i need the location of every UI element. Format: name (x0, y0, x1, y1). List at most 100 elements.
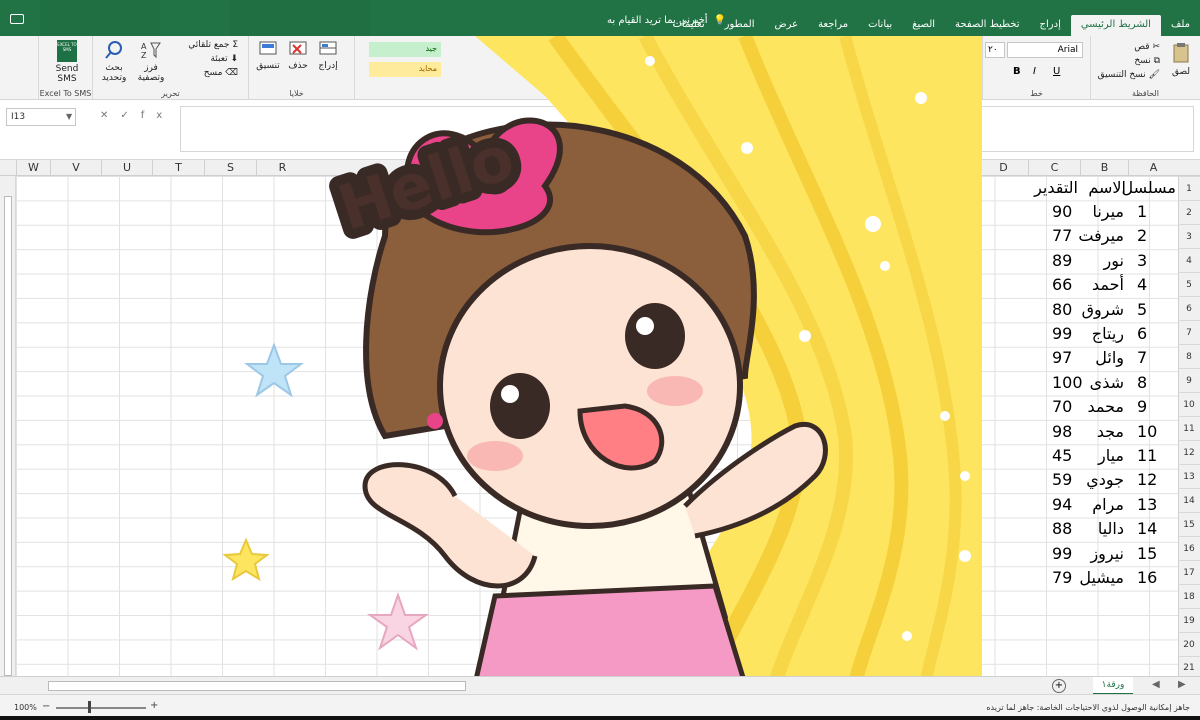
send-sms-button[interactable]: EXCEL TO SMS Send SMS (45, 40, 89, 84)
tab-developer[interactable]: المطور (715, 15, 765, 36)
row-header[interactable]: 2 (1178, 200, 1200, 224)
delete-cells-button[interactable]: حذف (283, 40, 313, 71)
serial-cell[interactable]: 10 (1137, 422, 1157, 441)
serial-cell[interactable]: 13 (1137, 495, 1157, 514)
serial-cell[interactable]: 11 (1137, 446, 1157, 465)
serial-cell[interactable]: 3 (1137, 251, 1147, 270)
column-header-t[interactable]: T (152, 160, 204, 176)
grade-cell[interactable]: 77 (1052, 226, 1072, 245)
row-header[interactable]: 14 (1178, 488, 1200, 512)
column-header-c[interactable]: C (1028, 160, 1080, 176)
zoom-slider[interactable] (56, 707, 146, 709)
name-cell[interactable]: شروق (1082, 300, 1124, 319)
grade-cell[interactable]: 80 (1052, 300, 1072, 319)
zoom-slider-thumb[interactable] (88, 701, 91, 713)
grade-cell[interactable]: 45 (1052, 446, 1072, 465)
row-header[interactable]: 20 (1178, 632, 1200, 656)
column-header-b[interactable]: B (1080, 160, 1128, 176)
grade-cell[interactable]: 99 (1052, 544, 1072, 563)
serial-cell[interactable]: 12 (1137, 470, 1157, 489)
name-cell[interactable]: ميار (1098, 446, 1124, 465)
sort-filter-button[interactable]: AZ فرز وتصفية (133, 40, 169, 83)
tab-help[interactable]: تعليمات (662, 15, 714, 36)
column-header-s[interactable]: S (204, 160, 256, 176)
column-header-w[interactable]: W (16, 160, 50, 176)
row-header[interactable]: 9 (1178, 368, 1200, 392)
row-header[interactable]: 19 (1178, 608, 1200, 632)
row-header[interactable]: 12 (1178, 440, 1200, 464)
column-header-d[interactable]: D (978, 160, 1028, 176)
sheet-nav-left-icon[interactable]: ◀ (1152, 679, 1160, 690)
scroll-thumb[interactable] (4, 196, 12, 676)
grade-cell[interactable]: 98 (1052, 422, 1072, 441)
font-size-box[interactable]: ٢٠ (985, 42, 1005, 58)
row-header[interactable]: 5 (1178, 272, 1200, 296)
row-header[interactable]: 3 (1178, 224, 1200, 248)
fill-button[interactable]: ⬇ تعبئة (210, 54, 238, 64)
serial-cell[interactable]: 5 (1137, 300, 1147, 319)
serial-cell[interactable]: 16 (1137, 568, 1157, 587)
formula-controls[interactable]: ✕✓fx (100, 110, 174, 121)
row-header[interactable]: 7 (1178, 320, 1200, 344)
format-cells-button[interactable]: تنسيق (253, 40, 283, 71)
tab-home[interactable]: الشريط الرئيسي (1070, 15, 1161, 36)
tab-page-layout[interactable]: تخطيط الصفحة (945, 15, 1030, 36)
name-cell[interactable]: شذى (1090, 373, 1124, 392)
row-header[interactable]: 1 (1178, 176, 1200, 200)
zoom-level[interactable]: 100% (14, 703, 37, 712)
row-header[interactable]: 4 (1178, 248, 1200, 272)
grade-cell[interactable]: 70 (1052, 397, 1072, 416)
enter-icon[interactable]: ✓ (120, 110, 140, 121)
row-header[interactable]: 17 (1178, 560, 1200, 584)
serial-cell[interactable]: 9 (1137, 397, 1147, 416)
serial-cell[interactable]: 8 (1137, 373, 1147, 392)
tab-file[interactable]: ملف (1161, 15, 1200, 36)
name-cell[interactable]: وائل (1095, 348, 1124, 367)
serial-cell[interactable]: 4 (1137, 275, 1147, 294)
cancel-icon[interactable]: ✕ (100, 110, 120, 121)
add-sheet-icon[interactable]: + (1052, 679, 1066, 693)
grade-cell[interactable]: 99 (1052, 324, 1072, 343)
column-header-v[interactable]: V (50, 160, 101, 176)
serial-cell[interactable]: 7 (1137, 348, 1147, 367)
chevron-down-icon[interactable]: ▼ (66, 112, 72, 121)
tab-view[interactable]: عرض (764, 15, 808, 36)
serial-cell[interactable]: 15 (1137, 544, 1157, 563)
name-cell[interactable]: مرام (1092, 495, 1124, 514)
row-header[interactable]: 11 (1178, 416, 1200, 440)
sheet-nav-right-icon[interactable]: ▶ (1178, 679, 1186, 690)
name-cell[interactable]: مجد (1097, 422, 1124, 441)
fx-icon[interactable]: fx (141, 110, 174, 121)
autosum-button[interactable]: Σ جمع تلقائي (188, 40, 238, 50)
zoom-in-icon[interactable]: + (150, 700, 158, 711)
name-cell[interactable]: جودي (1086, 470, 1124, 489)
name-cell[interactable]: ميشيل (1079, 568, 1124, 587)
tab-review[interactable]: مراجعة (808, 15, 858, 36)
paste-button[interactable]: لصق (1168, 42, 1194, 78)
serial-cell[interactable]: 14 (1137, 519, 1157, 538)
header-name[interactable]: الاسم (1088, 178, 1126, 197)
name-cell[interactable]: داليا (1098, 519, 1124, 538)
grade-cell[interactable]: 59 (1052, 470, 1072, 489)
name-cell[interactable]: نيروز (1090, 544, 1124, 563)
row-header[interactable]: 18 (1178, 584, 1200, 608)
grade-cell[interactable]: 90 (1052, 202, 1072, 221)
column-header-r[interactable]: R (256, 160, 308, 176)
tab-insert[interactable]: إدراج (1030, 15, 1071, 36)
column-header-u[interactable]: U (101, 160, 152, 176)
clear-button[interactable]: ⌫ مسح (204, 68, 238, 78)
comments-icon[interactable] (10, 14, 24, 24)
font-name-box[interactable]: Arial (1007, 42, 1083, 58)
grade-cell[interactable]: 88 (1052, 519, 1072, 538)
column-header-a[interactable]: A (1128, 160, 1178, 176)
name-cell[interactable]: محمد (1087, 397, 1124, 416)
grade-cell[interactable]: 79 (1052, 568, 1072, 587)
row-header[interactable]: 13 (1178, 464, 1200, 488)
row-header[interactable]: 8 (1178, 344, 1200, 368)
vertical-scrollbar[interactable] (0, 176, 16, 678)
tab-formulas[interactable]: الصيغ (902, 15, 945, 36)
name-cell[interactable]: أحمد (1092, 275, 1124, 294)
bold-button[interactable]: B (1013, 66, 1021, 77)
zoom-out-icon[interactable]: − (42, 701, 50, 712)
serial-cell[interactable]: 6 (1137, 324, 1147, 343)
